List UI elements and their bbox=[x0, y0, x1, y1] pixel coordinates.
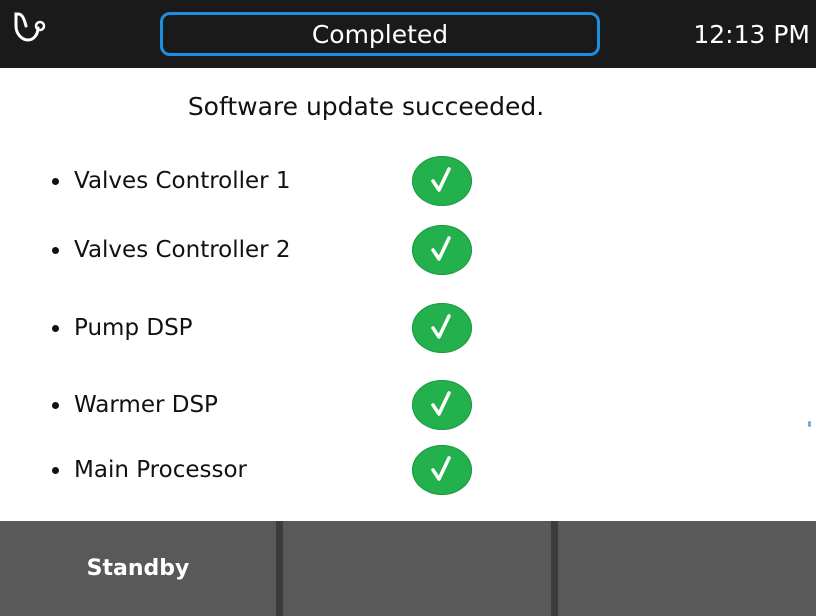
component-label: Main Processor bbox=[74, 457, 247, 483]
bullet-icon bbox=[52, 402, 59, 409]
list-item: Valves Controller 2 bbox=[52, 225, 482, 275]
list-item: Warmer DSP bbox=[52, 380, 482, 430]
component-label: Valves Controller 1 bbox=[74, 168, 291, 194]
bullet-icon bbox=[52, 467, 59, 474]
softkey-3-button[interactable] bbox=[558, 521, 816, 616]
check-icon bbox=[412, 303, 472, 353]
check-icon bbox=[412, 380, 472, 430]
list-item: Main Processor bbox=[52, 445, 482, 495]
clock: 12:13 PM bbox=[693, 19, 810, 49]
softkey-2-button[interactable] bbox=[283, 521, 551, 616]
standby-button[interactable]: Standby bbox=[0, 521, 276, 616]
check-icon bbox=[412, 445, 472, 495]
check-icon bbox=[412, 225, 472, 275]
component-label: Warmer DSP bbox=[74, 392, 218, 418]
bullet-icon bbox=[52, 178, 59, 185]
list-item: Valves Controller 1 bbox=[52, 156, 482, 206]
check-icon bbox=[412, 156, 472, 206]
status-indicator: Completed bbox=[160, 12, 600, 56]
bullet-icon bbox=[52, 247, 59, 254]
component-label: Pump DSP bbox=[74, 315, 193, 341]
stray-mark bbox=[808, 421, 811, 427]
component-label: Valves Controller 2 bbox=[74, 237, 291, 263]
list-item: Pump DSP bbox=[52, 303, 482, 353]
stethoscope-icon[interactable] bbox=[10, 10, 50, 50]
softkey-bar: Standby bbox=[0, 521, 816, 616]
update-message: Software update succeeded. bbox=[187, 92, 545, 121]
header-bar: Completed 12:13 PM bbox=[0, 0, 816, 68]
bullet-icon bbox=[52, 325, 59, 332]
